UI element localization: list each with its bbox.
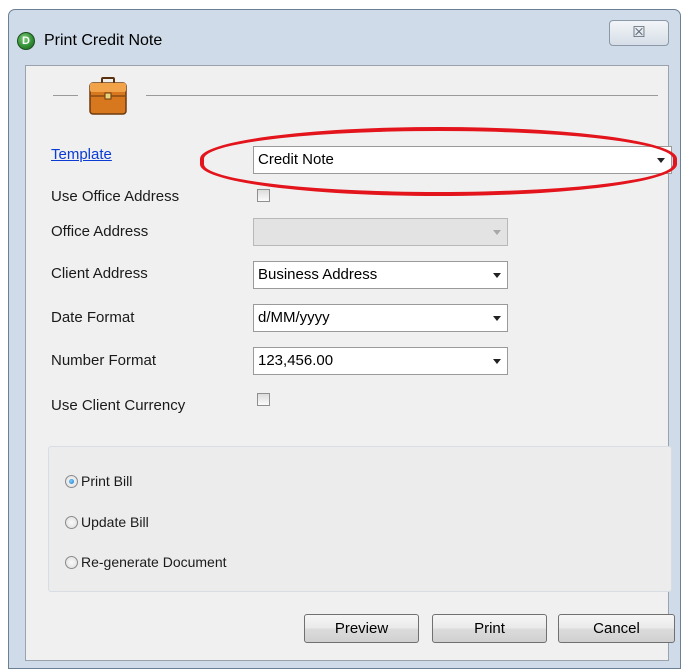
radio-label: Update Bill xyxy=(81,514,149,530)
radio-print-bill[interactable]: Print Bill xyxy=(65,471,132,491)
use-client-currency-checkbox[interactable] xyxy=(257,393,270,406)
template-select[interactable]: Credit Note xyxy=(253,146,672,174)
close-button[interactable]: ☒ xyxy=(609,20,669,46)
use-office-address-label: Use Office Address xyxy=(51,188,180,205)
radio-update-bill[interactable]: Update Bill xyxy=(65,512,149,532)
close-icon: ☒ xyxy=(632,24,646,41)
radio-selected-icon xyxy=(65,474,78,488)
client-address-select[interactable]: Business Address xyxy=(253,261,508,289)
chevron-down-icon xyxy=(493,230,501,235)
briefcase-icon xyxy=(89,77,127,115)
chevron-down-icon xyxy=(493,273,501,278)
radio-regenerate-document[interactable]: Re-generate Document xyxy=(65,552,227,572)
chevron-down-icon xyxy=(493,316,501,321)
date-format-value: d/MM/yyyy xyxy=(258,309,330,326)
action-options-group: Print Bill Update Bill Re-generate Docum… xyxy=(48,446,672,592)
date-format-label: Date Format xyxy=(51,309,135,326)
use-office-address-checkbox[interactable] xyxy=(257,189,270,202)
header-separator-left xyxy=(53,95,78,96)
number-format-label: Number Format xyxy=(51,352,157,369)
radio-label: Print Bill xyxy=(81,473,133,489)
title-bar[interactable]: D Print Credit Note ☒ xyxy=(9,10,680,65)
client-address-value: Business Address xyxy=(258,266,378,283)
print-button[interactable]: Print xyxy=(432,614,547,643)
chevron-down-icon xyxy=(657,158,665,163)
preview-button[interactable]: Preview xyxy=(304,614,419,643)
dialog-body: Template Credit Note Use Office Address … xyxy=(25,65,677,661)
date-format-select[interactable]: d/MM/yyyy xyxy=(253,304,508,332)
window-title: Print Credit Note xyxy=(44,32,163,49)
office-address-label: Office Address xyxy=(51,223,149,240)
number-format-value: 123,456.00 xyxy=(258,352,334,369)
header-separator-right xyxy=(146,95,658,96)
app-logo-icon: D xyxy=(17,32,35,50)
radio-icon xyxy=(65,555,78,569)
use-client-currency-label: Use Client Currency xyxy=(51,397,186,414)
radio-label: Re-generate Document xyxy=(81,554,227,570)
office-address-select[interactable] xyxy=(253,218,508,246)
template-value: Credit Note xyxy=(258,151,334,168)
template-link[interactable]: Template xyxy=(51,146,112,163)
cancel-button[interactable]: Cancel xyxy=(558,614,675,643)
number-format-select[interactable]: 123,456.00 xyxy=(253,347,508,375)
chevron-down-icon xyxy=(493,359,501,364)
radio-icon xyxy=(65,515,78,529)
print-credit-note-dialog: D Print Credit Note ☒ Template Credit No… xyxy=(8,9,681,669)
client-address-label: Client Address xyxy=(51,265,148,282)
